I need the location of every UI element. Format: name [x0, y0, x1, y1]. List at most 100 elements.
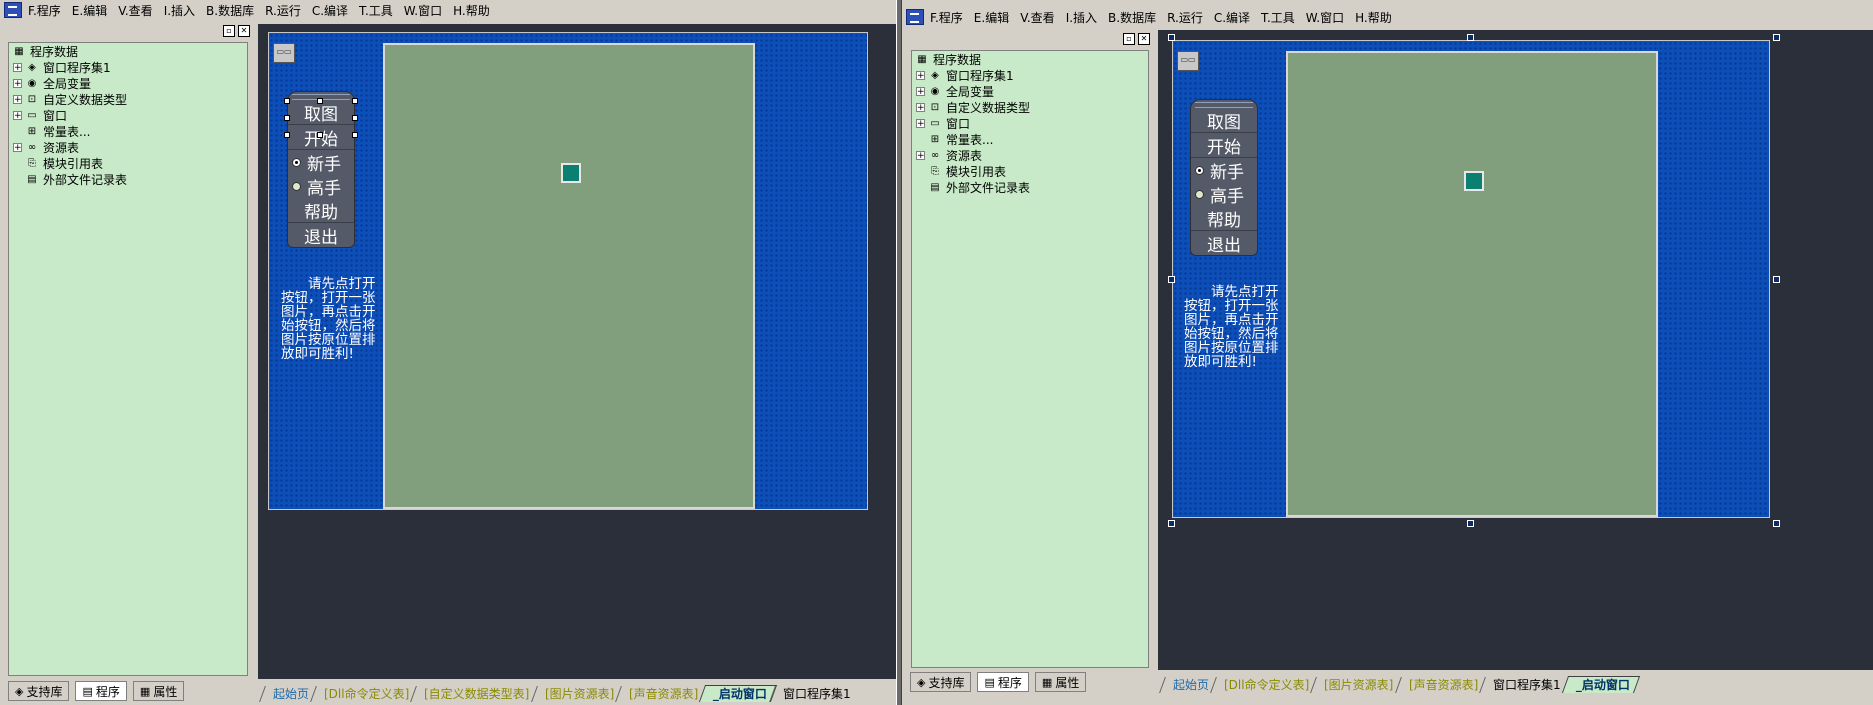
- expand-icon[interactable]: +: [916, 118, 925, 128]
- novice-radio[interactable]: 新手: [1191, 158, 1257, 183]
- tree-item-constants[interactable]: ⊞ 常量表...: [912, 131, 1148, 147]
- doc-tab-datatype[interactable]: [自定义数据类型表]: [410, 686, 539, 702]
- tree-item-datatypes[interactable]: + ⊡ 自定义数据类型: [912, 99, 1148, 115]
- doc-tab-dll[interactable]: [Dll命令定义表]: [310, 686, 419, 702]
- resize-handle[interactable]: [1168, 520, 1175, 527]
- expand-icon[interactable]: +: [13, 78, 22, 88]
- tab-support-lib[interactable]: ◈ 支持库: [910, 672, 972, 692]
- menu-insert[interactable]: I.插入: [1066, 9, 1097, 26]
- tab-program[interactable]: ▤ 程序: [75, 681, 127, 701]
- puzzle-board[interactable]: [383, 43, 755, 509]
- tree-item-datatypes[interactable]: + ⊡ 自定义数据类型: [9, 91, 247, 107]
- doc-tab-window-module[interactable]: 窗口程序集1: [1479, 677, 1570, 693]
- menu-view[interactable]: V.查看: [118, 2, 152, 19]
- menu-program[interactable]: F.程序: [930, 9, 963, 26]
- expand-icon[interactable]: +: [916, 102, 925, 112]
- resize-handle[interactable]: [1467, 520, 1474, 527]
- resize-handle[interactable]: [284, 98, 290, 104]
- get-image-button[interactable]: 取图: [1191, 108, 1257, 133]
- help-button[interactable]: 帮助: [288, 198, 354, 223]
- doc-tab-images[interactable]: [图片资源表]: [530, 686, 623, 702]
- expand-icon[interactable]: +: [13, 110, 22, 120]
- expand-icon[interactable]: +: [916, 86, 925, 96]
- close-icon[interactable]: ✕: [238, 25, 250, 37]
- resize-handle[interactable]: [352, 98, 358, 104]
- start-button[interactable]: 开始: [1191, 133, 1257, 158]
- menu-view[interactable]: V.查看: [1020, 9, 1054, 26]
- menu-run[interactable]: R.运行: [1167, 9, 1203, 26]
- doc-tab-dll[interactable]: [Dll命令定义表]: [1210, 677, 1319, 693]
- expand-icon[interactable]: +: [916, 70, 925, 80]
- menu-help[interactable]: H.帮助: [1355, 9, 1392, 26]
- menu-window[interactable]: W.窗口: [1306, 9, 1344, 26]
- resize-handle[interactable]: [352, 115, 358, 121]
- tree-item-resources[interactable]: + ∞ 资源表: [912, 147, 1148, 163]
- resize-handle[interactable]: [1168, 276, 1175, 283]
- tree-item-window-module[interactable]: + ◈ 窗口程序集1: [9, 59, 247, 75]
- game-window[interactable]: ▭▭ 取图 开始 新手 高手 帮助 退出 请先点打开按钮，打开一张图片，再点击开…: [1172, 40, 1770, 518]
- exit-button[interactable]: 退出: [288, 223, 354, 248]
- puzzle-piece[interactable]: [561, 163, 581, 183]
- doc-tab-start[interactable]: 起始页: [1159, 677, 1218, 693]
- tree-item-module-refs[interactable]: ⎘ 模块引用表: [912, 163, 1148, 179]
- resize-handle[interactable]: [1773, 520, 1780, 527]
- app-icon[interactable]: [4, 2, 22, 18]
- tree-root[interactable]: ▦ 程序数据: [9, 43, 247, 59]
- menu-run[interactable]: R.运行: [265, 2, 301, 19]
- menu-window[interactable]: W.窗口: [404, 2, 442, 19]
- puzzle-board[interactable]: [1286, 51, 1658, 517]
- tree-item-window[interactable]: + ▭ 窗口: [912, 115, 1148, 131]
- doc-tab-start-window[interactable]: _启动窗口: [699, 685, 778, 702]
- doc-tab-images[interactable]: [图片资源表]: [1310, 677, 1403, 693]
- doc-tab-sounds[interactable]: [声音资源表]: [1394, 677, 1487, 693]
- tree-item-global-vars[interactable]: + ◉ 全局变量: [912, 83, 1148, 99]
- resize-handle[interactable]: [1773, 276, 1780, 283]
- tree-item-global-vars[interactable]: + ◉ 全局变量: [9, 75, 247, 91]
- resize-handle[interactable]: [352, 132, 358, 138]
- close-icon[interactable]: ✕: [1138, 33, 1150, 45]
- tree-item-resources[interactable]: + ∞ 资源表: [9, 139, 247, 155]
- tree-item-window[interactable]: + ▭ 窗口: [9, 107, 247, 123]
- resize-handle[interactable]: [1168, 34, 1175, 41]
- app-icon[interactable]: [906, 9, 924, 25]
- menu-insert[interactable]: I.插入: [164, 2, 195, 19]
- tree-item-external-files[interactable]: ▤ 外部文件记录表: [9, 171, 247, 187]
- tab-properties[interactable]: ▦ 属性: [1034, 672, 1087, 692]
- resize-handle[interactable]: [1773, 34, 1780, 41]
- tree-item-window-module[interactable]: + ◈ 窗口程序集1: [912, 67, 1148, 83]
- doc-tab-window-module[interactable]: 窗口程序集1: [769, 686, 860, 702]
- resize-handle[interactable]: [1467, 34, 1474, 41]
- tab-properties[interactable]: ▦ 属性: [132, 681, 185, 701]
- menu-database[interactable]: B.数据库: [1108, 9, 1156, 26]
- menu-tools[interactable]: T.工具: [1261, 9, 1295, 26]
- menu-database[interactable]: B.数据库: [206, 2, 254, 19]
- expert-radio[interactable]: 高手: [288, 174, 354, 199]
- puzzle-piece[interactable]: [1464, 171, 1484, 191]
- menu-edit[interactable]: E.编辑: [974, 9, 1009, 26]
- menu-compile[interactable]: C.编译: [1214, 9, 1250, 26]
- tab-program[interactable]: ▤ 程序: [977, 672, 1029, 692]
- expand-icon[interactable]: +: [13, 62, 22, 72]
- expand-icon[interactable]: +: [13, 142, 22, 152]
- expand-icon[interactable]: +: [13, 94, 22, 104]
- exit-button[interactable]: 退出: [1191, 231, 1257, 256]
- novice-radio[interactable]: 新手: [288, 150, 354, 175]
- resize-handle[interactable]: [284, 132, 290, 138]
- resize-handle[interactable]: [317, 98, 323, 104]
- tree-root[interactable]: ▦ 程序数据: [912, 51, 1148, 67]
- tab-support-lib[interactable]: ◈ 支持库: [8, 681, 70, 701]
- game-window[interactable]: ▭▭ 取图 开始 新手 高手 帮助 退出 请先点打开按钮，打开一张图片，再点击开…: [268, 32, 868, 510]
- resize-handle[interactable]: [284, 115, 290, 121]
- expand-icon[interactable]: +: [916, 150, 925, 160]
- doc-tab-start[interactable]: 起始页: [259, 686, 318, 702]
- menu-compile[interactable]: C.编译: [312, 2, 348, 19]
- menu-help[interactable]: H.帮助: [453, 2, 490, 19]
- resize-handle[interactable]: [317, 132, 323, 138]
- menu-program[interactable]: F.程序: [28, 2, 61, 19]
- doc-tab-start-window[interactable]: _启动窗口: [1561, 676, 1640, 693]
- tree-item-module-refs[interactable]: ⎘ 模块引用表: [9, 155, 247, 171]
- menu-edit[interactable]: E.编辑: [72, 2, 107, 19]
- tree-item-constants[interactable]: ⊞ 常量表...: [9, 123, 247, 139]
- doc-tab-sounds[interactable]: [声音资源表]: [615, 686, 708, 702]
- restore-icon[interactable]: ▫: [223, 25, 235, 37]
